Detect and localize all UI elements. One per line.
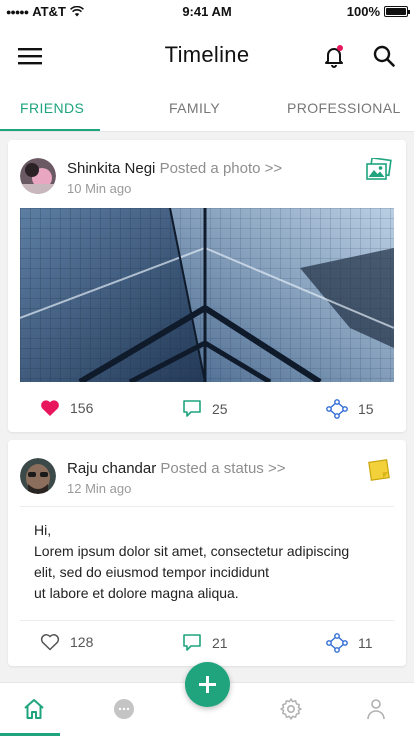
like-count: 128 (70, 634, 94, 650)
post-action-link[interactable]: Posted a status >> (160, 460, 285, 477)
chat-icon[interactable] (112, 697, 136, 721)
post-stats: 128 21 11 (8, 620, 406, 666)
note-icon (368, 459, 390, 481)
post-action-link[interactable]: Posted a photo >> (160, 160, 283, 177)
app-header: Timeline (0, 24, 414, 88)
comment-button[interactable]: 25 (182, 399, 228, 418)
tab-family[interactable]: FAMILY (169, 100, 220, 116)
like-button[interactable]: 156 (40, 399, 93, 417)
post-stats: 156 25 15 (8, 386, 406, 432)
comment-icon (183, 634, 201, 651)
tab-friends[interactable]: FRIENDS (20, 100, 84, 116)
profile-icon[interactable] (364, 697, 388, 721)
photo-icon (366, 158, 392, 180)
post-text-line: ut labore et dolore magna aliqua. (34, 585, 239, 601)
post-time: 10 Min ago (67, 181, 132, 196)
battery-icon (384, 6, 410, 17)
like-button[interactable]: 128 (40, 633, 93, 651)
share-count: 15 (358, 401, 374, 417)
battery-group: 100% (346, 4, 410, 19)
avatar[interactable] (20, 158, 56, 194)
comment-icon (183, 400, 201, 417)
share-icon (326, 399, 348, 419)
share-button[interactable]: 11 (326, 633, 373, 653)
comment-count: 25 (212, 400, 228, 417)
heart-outline-icon (40, 634, 60, 651)
settings-icon[interactable] (279, 697, 303, 721)
share-count: 11 (358, 635, 373, 651)
comment-button[interactable]: 21 (182, 633, 228, 652)
divider (20, 506, 394, 507)
post-card[interactable]: Shinkita Negi Posted a photo >> 10 Min a… (8, 140, 406, 432)
heart-filled-icon (41, 400, 59, 416)
active-tab-indicator (0, 129, 100, 131)
post-photo[interactable] (20, 208, 394, 382)
page-title: Timeline (164, 42, 250, 67)
status-bar: ●●●●● AT&T 9:41 AM 100% (0, 0, 414, 24)
post-card[interactable]: Raju chandar Posted a status >> 12 Min a… (8, 440, 406, 666)
tab-professional[interactable]: PROFESSIONAL (287, 100, 401, 116)
notification-bell-icon[interactable] (322, 44, 346, 68)
post-text-line: Lorem ipsum dolor sit amet, consectetur … (34, 543, 350, 559)
post-text-line: elit, sed do eiusmod tempor incididunt (34, 564, 270, 580)
share-icon (326, 633, 348, 653)
tab-bar: FRIENDS FAMILY PROFESSIONAL (0, 88, 414, 132)
author-name[interactable]: Raju chandar (67, 460, 156, 477)
avatar[interactable] (20, 458, 56, 494)
add-post-button[interactable] (185, 662, 230, 707)
post-text: Hi, Lorem ipsum dolor sit amet, consecte… (34, 520, 384, 604)
post-header: Shinkita Negi Posted a photo >> (67, 160, 282, 177)
share-button[interactable]: 15 (326, 399, 374, 419)
battery-percent: 100% (346, 4, 380, 19)
plus-icon (199, 676, 216, 693)
comment-count: 21 (212, 634, 228, 651)
post-header: Raju chandar Posted a status >> (67, 460, 286, 477)
post-time: 12 Min ago (67, 481, 132, 496)
author-name[interactable]: Shinkita Negi (67, 160, 155, 177)
search-icon[interactable] (372, 44, 396, 68)
home-icon[interactable] (22, 697, 46, 721)
like-count: 156 (70, 400, 94, 416)
post-text-line: Hi, (34, 522, 52, 538)
